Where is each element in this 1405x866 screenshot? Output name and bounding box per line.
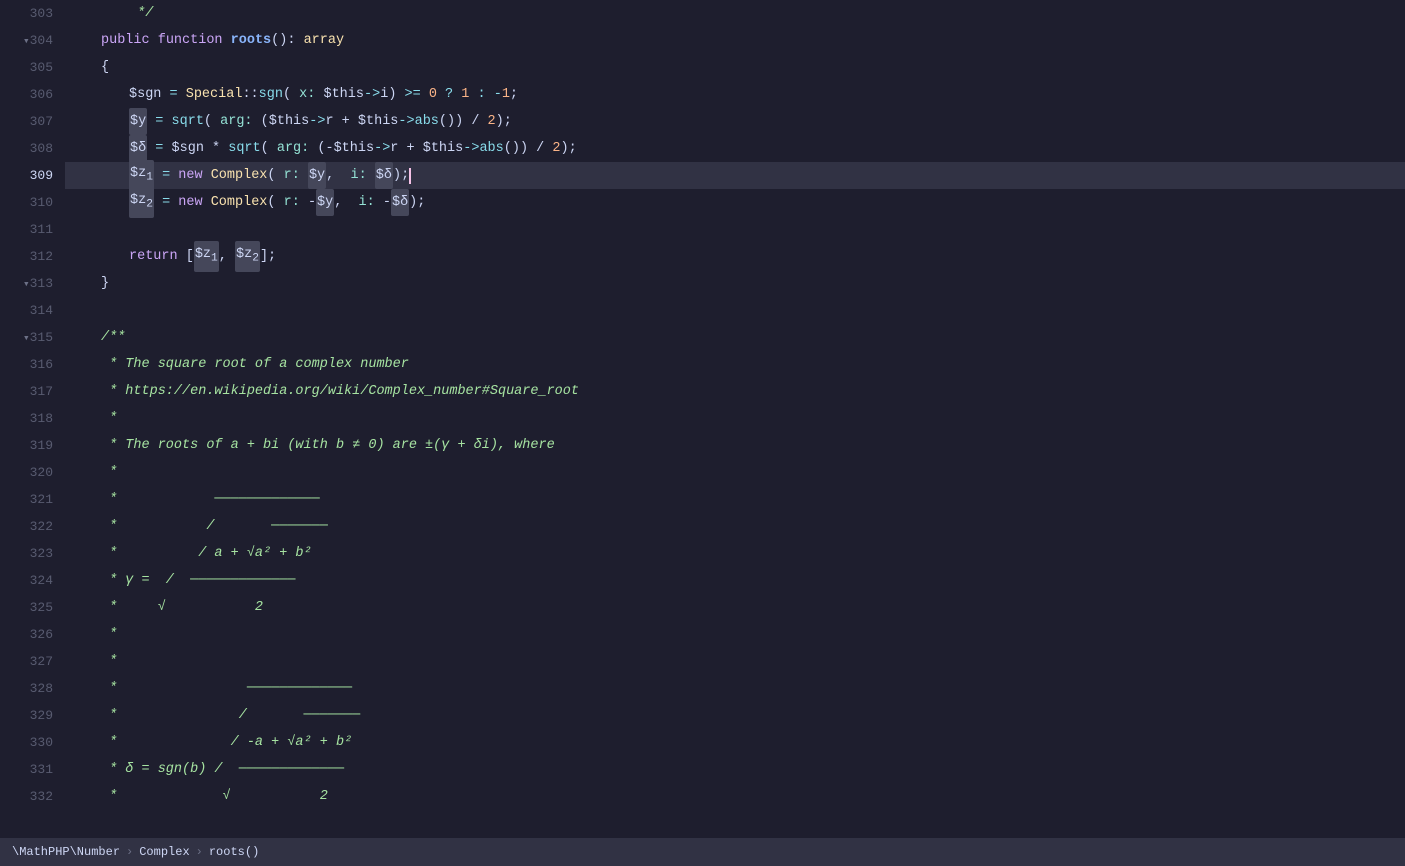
line-316: 316 [0, 351, 53, 378]
code-line-308: $δ = $sgn * sqrt( arg: (-$this->r + $thi… [65, 135, 1405, 162]
line-307: 307 [0, 108, 53, 135]
code-content[interactable]: */ public function roots(): array { $sgn… [65, 0, 1405, 838]
code-line-304: public function roots(): array [65, 27, 1405, 54]
line-315: ▾315 [0, 324, 53, 351]
breadcrumb-path: \MathPHP\Number [12, 839, 120, 866]
line-319: 319 [0, 432, 53, 459]
breadcrumb-sep-1: › [126, 839, 133, 866]
code-line-324: * γ = / ───────────── [65, 567, 1405, 594]
line-331: 331 [0, 756, 53, 783]
code-line-305: { [65, 54, 1405, 81]
code-line-322: * / ─────── [65, 513, 1405, 540]
code-line-326: * [65, 621, 1405, 648]
line-327: 327 [0, 648, 53, 675]
line-320: 320 [0, 459, 53, 486]
code-line-310: $z2 = new Complex( r: -$y, i: -$δ); [65, 189, 1405, 216]
line-324: 324 [0, 567, 53, 594]
breadcrumb-sep-2: › [196, 839, 203, 866]
status-bar: \MathPHP\Number › Complex › roots() [0, 838, 1405, 866]
line-322: 322 [0, 513, 53, 540]
line-329: 329 [0, 702, 53, 729]
line-308: 308 [0, 135, 53, 162]
code-line-303: */ [65, 0, 1405, 27]
breadcrumb: \MathPHP\Number › Complex › roots() [12, 839, 259, 866]
line-325: 325 [0, 594, 53, 621]
code-line-330: * / -a + √a² + b² [65, 729, 1405, 756]
code-line-317: * https://en.wikipedia.org/wiki/Complex_… [65, 378, 1405, 405]
fold-315[interactable]: ▾ [14, 326, 30, 353]
code-line-316: * The square root of a complex number [65, 351, 1405, 378]
line-309: 309 [0, 162, 53, 189]
line-314: 314 [0, 297, 53, 324]
code-line-318: * [65, 405, 1405, 432]
fold-313[interactable]: ▾ [14, 272, 30, 299]
code-line-314 [65, 297, 1405, 324]
line-312: 312 [0, 243, 53, 270]
line-330: 330 [0, 729, 53, 756]
fold-304[interactable]: ▾ [14, 29, 30, 56]
code-line-309: $z1 = new Complex( r: $y, i: $δ); [65, 162, 1405, 189]
line-number-gutter: 303 ▾304 305 306 307 308 309 310 311 312… [0, 0, 65, 838]
code-line-315: /** [65, 324, 1405, 351]
line-328: 328 [0, 675, 53, 702]
line-332: 332 [0, 783, 53, 810]
line-306: 306 [0, 81, 53, 108]
code-line-328: * ───────────── [65, 675, 1405, 702]
line-321: 321 [0, 486, 53, 513]
breadcrumb-method: roots() [209, 839, 259, 866]
code-line-332: * √ 2 [65, 783, 1405, 810]
line-318: 318 [0, 405, 53, 432]
code-line-311 [65, 216, 1405, 243]
code-line-307: $y = sqrt( arg: ($this->r + $this->abs()… [65, 108, 1405, 135]
line-313: ▾313 [0, 270, 53, 297]
editor-area: 303 ▾304 305 306 307 308 309 310 311 312… [0, 0, 1405, 838]
code-line-327: * [65, 648, 1405, 675]
code-line-331: * δ = sgn(b) / ───────────── [65, 756, 1405, 783]
line-304: ▾304 [0, 27, 53, 54]
line-311: 311 [0, 216, 53, 243]
line-323: 323 [0, 540, 53, 567]
code-line-320: * [65, 459, 1405, 486]
code-line-329: * / ─────── [65, 702, 1405, 729]
line-326: 326 [0, 621, 53, 648]
code-line-321: * ───────────── [65, 486, 1405, 513]
breadcrumb-class: Complex [139, 839, 189, 866]
code-line-312: return [$z1, $z2]; [65, 243, 1405, 270]
line-305: 305 [0, 54, 53, 81]
code-line-323: * / a + √a² + b² [65, 540, 1405, 567]
line-303: 303 [0, 0, 53, 27]
code-line-306: $sgn = Special::sgn( x: $this->i) >= 0 ?… [65, 81, 1405, 108]
line-310: 310 [0, 189, 53, 216]
line-317: 317 [0, 378, 53, 405]
code-line-319: * The roots of a + bi (with b ≠ 0) are ±… [65, 432, 1405, 459]
code-line-325: * √ 2 [65, 594, 1405, 621]
code-line-313: } [65, 270, 1405, 297]
